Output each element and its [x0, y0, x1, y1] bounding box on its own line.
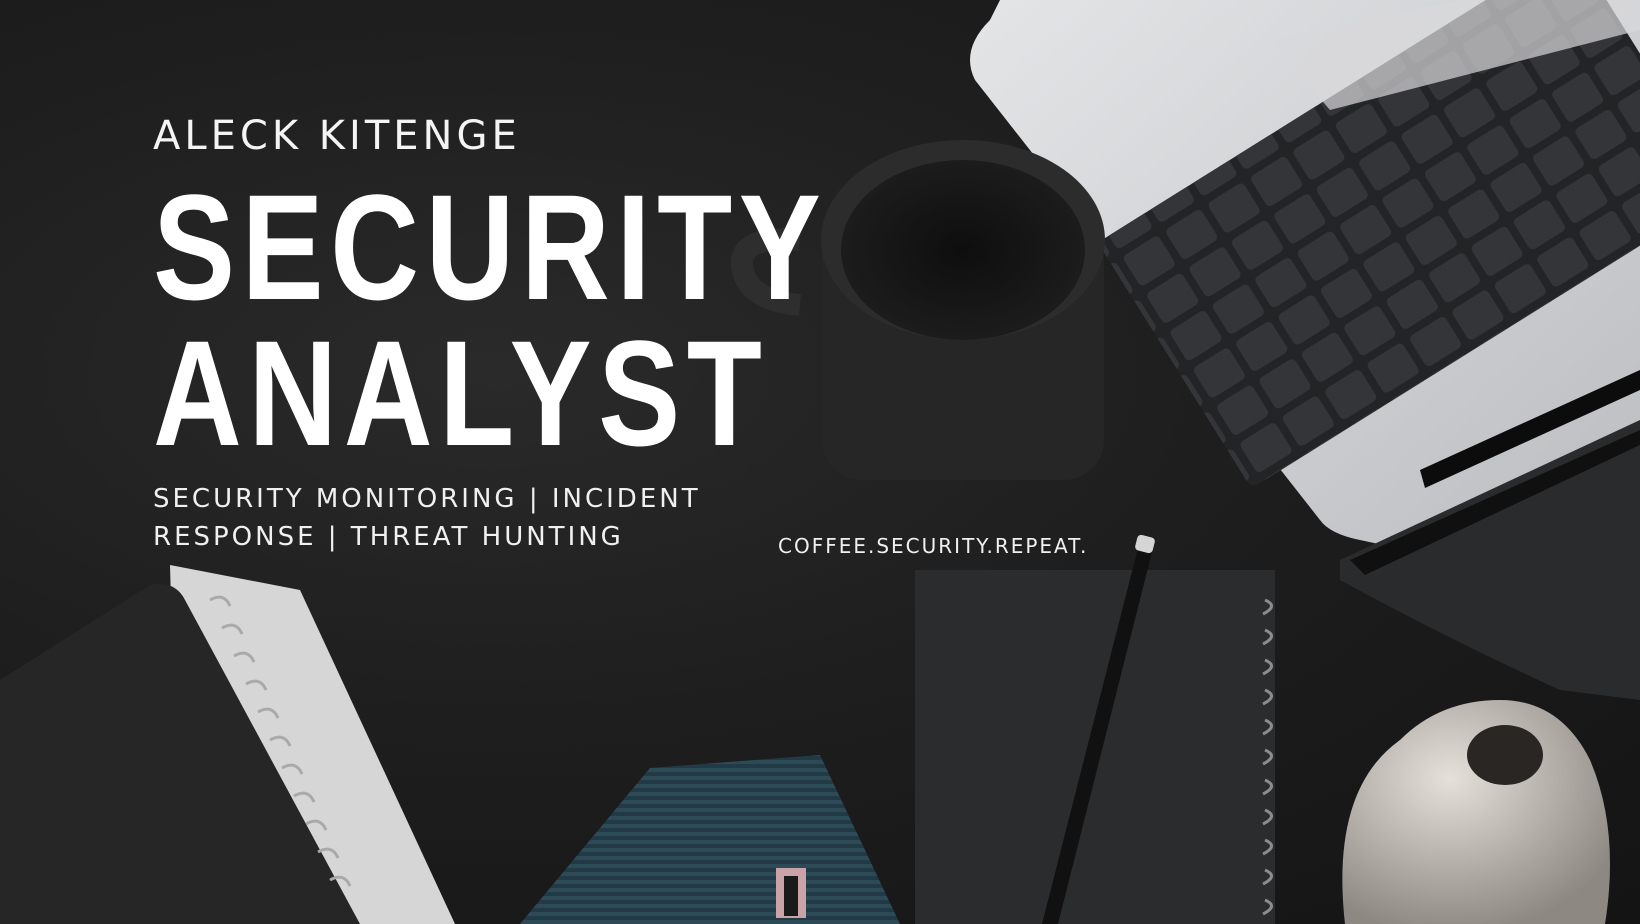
- job-title-line-1: SECURITY: [153, 163, 828, 331]
- hero-text: ALECK KITENGE SECURITY ANALYST SECURITY …: [153, 112, 828, 556]
- notebooks-left: [0, 565, 455, 924]
- job-title: SECURITY ANALYST: [153, 163, 828, 477]
- specialties: SECURITY MONITORING | INCIDENT RESPONSE …: [153, 480, 773, 556]
- job-title-line-2: ANALYST: [153, 309, 769, 477]
- specialties-line-1: SECURITY MONITORING | INCIDENT: [153, 484, 701, 514]
- vase: [1342, 700, 1610, 924]
- specialties-line-2: RESPONSE | THREAT HUNTING: [153, 522, 624, 552]
- person-name: ALECK KITENGE: [153, 113, 521, 159]
- banner: ALECK KITENGE SECURITY ANALYST SECURITY …: [0, 0, 1640, 924]
- house-model: [520, 755, 900, 924]
- tagline: COFFEE.SECURITY.REPEAT.: [778, 534, 1089, 558]
